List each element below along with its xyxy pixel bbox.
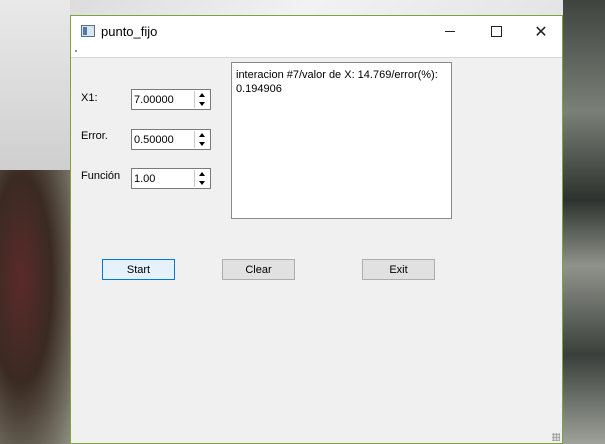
x1-spin-buttons — [194, 91, 209, 108]
minimize-icon — [445, 31, 455, 32]
chevron-up-icon — [199, 93, 205, 97]
funcion-label: Función — [81, 170, 121, 182]
x1-input[interactable] — [132, 90, 196, 109]
x1-decrement-button[interactable] — [195, 100, 209, 108]
funcion-input[interactable] — [132, 169, 196, 188]
app-window: punto_fijo ✕ X1: Error. Función — [70, 15, 563, 444]
desktop-background-left — [0, 170, 70, 444]
error-increment-button[interactable] — [195, 131, 209, 139]
error-input[interactable] — [132, 130, 196, 149]
start-button[interactable]: Start — [102, 259, 175, 280]
minimize-button[interactable] — [427, 16, 473, 47]
error-label: Error. — [81, 130, 108, 142]
error-spinbox[interactable] — [131, 129, 211, 150]
chevron-up-icon — [199, 172, 205, 176]
x1-increment-button[interactable] — [195, 91, 209, 99]
funcion-spin-buttons — [194, 170, 209, 187]
maximize-button[interactable] — [473, 16, 519, 47]
maximize-icon — [490, 26, 502, 37]
window-title: punto_fijo — [101, 24, 158, 39]
chevron-up-icon — [199, 133, 205, 137]
funcion-increment-button[interactable] — [195, 170, 209, 178]
close-icon: ✕ — [534, 23, 548, 41]
chevron-down-icon — [199, 102, 205, 106]
funcion-spinbox[interactable] — [131, 168, 211, 189]
output-textarea[interactable]: interacion #7/valor de X: 14.769/error(%… — [231, 62, 452, 219]
clear-button[interactable]: Clear — [222, 259, 295, 280]
title-bar[interactable]: punto_fijo ✕ — [71, 16, 562, 47]
funcion-decrement-button[interactable] — [195, 179, 209, 187]
error-decrement-button[interactable] — [195, 140, 209, 148]
x1-label: X1: — [81, 92, 98, 104]
close-button[interactable]: ✕ — [518, 16, 564, 47]
chevron-down-icon — [199, 181, 205, 185]
menu-bar — [71, 47, 562, 58]
app-window-icon — [81, 25, 95, 37]
x1-spinbox[interactable] — [131, 89, 211, 110]
resize-grip[interactable] — [552, 433, 560, 441]
exit-button[interactable]: Exit — [362, 259, 435, 280]
chevron-down-icon — [199, 142, 205, 146]
menu-bar-grip — [75, 50, 77, 52]
error-spin-buttons — [194, 131, 209, 148]
desktop-background-right — [563, 0, 605, 444]
desktop-background-left-top — [0, 0, 70, 170]
